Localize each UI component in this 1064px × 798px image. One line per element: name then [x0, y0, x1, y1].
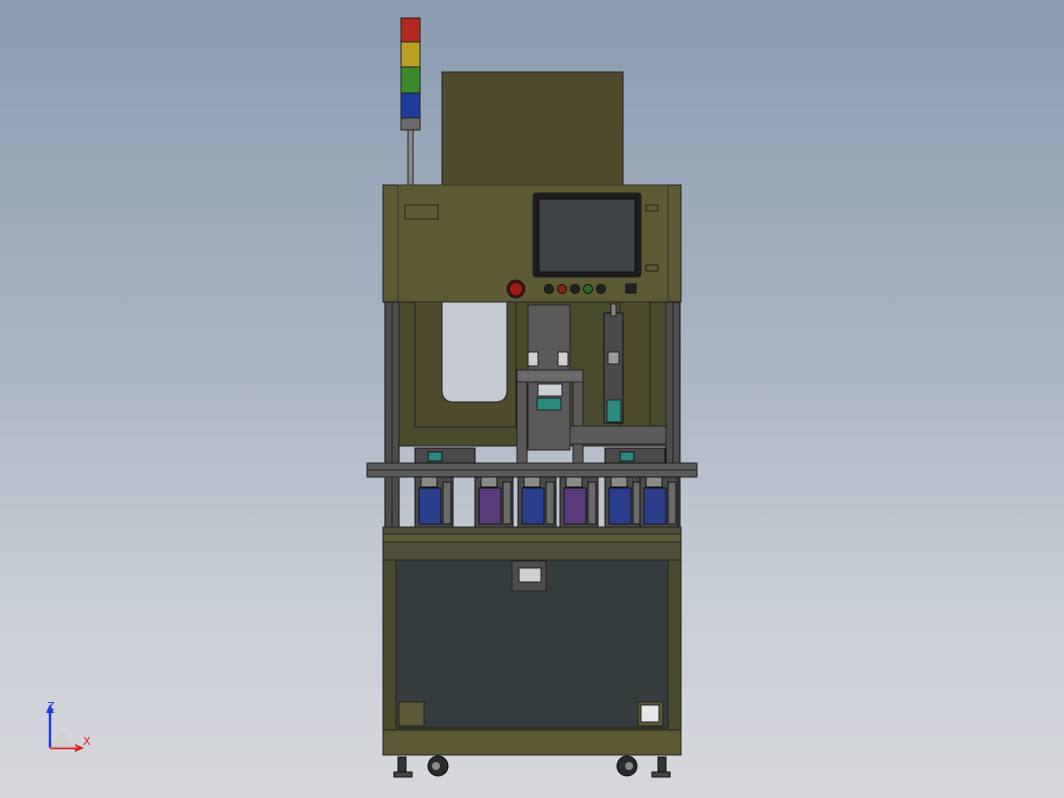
panel-button	[570, 284, 580, 294]
z-axis-label: Z	[47, 700, 55, 713]
cad-viewport[interactable]: Z X	[0, 0, 1064, 798]
tower-light-yellow	[400, 41, 421, 68]
fixture-cylinder	[521, 487, 545, 525]
panel-button	[596, 284, 606, 294]
top-electrical-box	[441, 71, 624, 187]
fixture-cylinder	[418, 487, 442, 525]
fixture-stations	[414, 447, 679, 528]
tower-light-red	[400, 17, 421, 43]
fixture-cylinder	[608, 487, 632, 525]
tower-light-green	[400, 66, 421, 94]
base-frame	[382, 729, 682, 756]
nameplate	[404, 204, 439, 220]
casters	[393, 755, 671, 778]
fixture-cylinder	[643, 487, 667, 525]
fixture-cylinder	[478, 487, 502, 525]
fixture-cylinder	[563, 487, 587, 525]
hmi-screen	[538, 198, 636, 273]
panel-button	[583, 284, 593, 294]
key-switch	[625, 283, 637, 294]
tower-light-blue	[400, 92, 421, 119]
x-axis-label: X	[83, 735, 91, 748]
panel-button	[557, 284, 567, 294]
machine-model[interactable]	[0, 0, 1064, 798]
table-top	[382, 526, 682, 561]
tower-light	[400, 17, 421, 186]
control-panel	[382, 184, 682, 303]
backplate-window	[441, 301, 508, 403]
panel-button	[544, 284, 554, 294]
